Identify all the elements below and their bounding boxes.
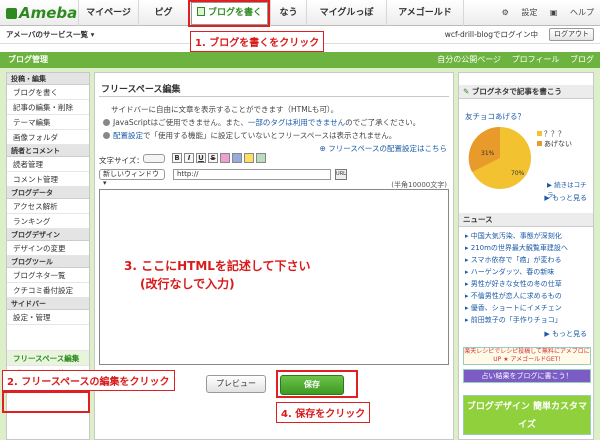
blog-neta-heading: ✎ ブログネタで記事を書こう bbox=[459, 85, 593, 99]
ameba-logo[interactable]: Ameba bbox=[6, 4, 77, 22]
annotation-step3: 3. ここにHTMLを記述して下さい bbox=[124, 259, 311, 273]
annotation-step4: 4. 保存をクリック bbox=[276, 402, 371, 423]
nav-amegold[interactable]: アメゴールド bbox=[386, 0, 464, 26]
news-item[interactable]: ▸ 優香、ショートにイメチェン bbox=[465, 303, 562, 313]
profile-link[interactable]: プロフィール bbox=[512, 55, 560, 64]
freespace-placement-link[interactable]: ⊕ フリースペースの配置設定はこちら bbox=[320, 143, 447, 154]
more-link[interactable]: ▶ もっと見る bbox=[544, 193, 587, 203]
page-title: ブログ管理 bbox=[8, 55, 48, 64]
pencil-icon: ✎ bbox=[463, 87, 470, 96]
news-item[interactable]: ▸ 中国大気汚染、事態が深刻化 bbox=[465, 231, 562, 241]
nav-myguruppo[interactable]: マイグルっぽ bbox=[306, 0, 386, 26]
news-item[interactable]: ▸ 男性が好きな女性の冬の仕草 bbox=[465, 279, 562, 289]
pie-label: 31% bbox=[481, 150, 495, 157]
media-icon[interactable] bbox=[256, 153, 266, 163]
logout-button[interactable]: ログアウト bbox=[549, 28, 594, 41]
sidebar-item-access[interactable]: アクセス解析 bbox=[7, 199, 89, 214]
sidebar-item-readers[interactable]: 読者管理 bbox=[7, 157, 89, 172]
underline-button[interactable]: U bbox=[196, 153, 206, 163]
description: サイドバーに自由に文章を表示することができます（HTMLも可）。 bbox=[111, 105, 339, 114]
design-ad-banner[interactable]: ブログデザイン 簡単カスタマイズ bbox=[463, 395, 591, 435]
top-navigation: Ameba マイページ ピグ ブログを書く なう マイグルっぽ アメゴールド ⚙… bbox=[0, 0, 600, 26]
annotation-step2: 2. フリースペースの編集をクリック bbox=[2, 370, 175, 391]
legend-swatch bbox=[537, 141, 542, 146]
sidebar-heading: サイドバー bbox=[7, 298, 89, 310]
news-item[interactable]: ▸ 不倫男性が恋人に求めるもの bbox=[465, 291, 562, 301]
font-size-label: 文字サイズ： bbox=[99, 156, 144, 165]
nav-mypage[interactable]: マイページ bbox=[78, 0, 138, 26]
top-right-links: ⚙ 設定 ▣ ヘルプ bbox=[492, 0, 594, 26]
service-list-dropdown[interactable]: アメーバのサービス一覧 ▾ bbox=[6, 26, 94, 44]
sidebar-item-edit-posts[interactable]: 記事の編集・削除 bbox=[7, 100, 89, 115]
annotation-box-save bbox=[276, 370, 358, 398]
preview-button[interactable]: プレビュー bbox=[206, 375, 266, 393]
news-item[interactable]: ▸ スマホ依存で「癌」が変わる bbox=[465, 255, 562, 265]
notice-js: JavaScriptはご使用できません。また、一部のタグは利用できませんのでご了… bbox=[103, 117, 420, 128]
settings-link[interactable]: ⚙ 設定 bbox=[502, 8, 538, 17]
sidebar-heading: ブログデザイン bbox=[7, 229, 89, 241]
pie-label: 70% bbox=[511, 170, 525, 177]
url-insert-button[interactable]: URL bbox=[335, 169, 347, 180]
section-title: フリースペース編集 bbox=[101, 85, 181, 95]
news-heading: ニュース bbox=[459, 213, 593, 227]
public-page-link[interactable]: 自分の公開ページ bbox=[437, 55, 501, 64]
right-panel: ✎ ブログネタで記事を書こう 友チョコあげる？ 31% 70% ？？？ あげない… bbox=[458, 72, 594, 440]
fortune-ad-banner[interactable]: 占い結果をブログに書こう！ bbox=[463, 369, 591, 383]
annotation-box-write bbox=[188, 0, 270, 27]
ameba-logo-icon bbox=[6, 8, 17, 19]
sidebar-item-settings[interactable]: 設定・管理 bbox=[7, 310, 89, 325]
sidebar-item-kuchikomi[interactable]: クチコミ番付設定 bbox=[7, 283, 89, 298]
sidebar-spacer bbox=[7, 325, 89, 351]
neta-question[interactable]: 友チョコあげる？ bbox=[465, 111, 525, 122]
nav-pigg[interactable]: ピグ bbox=[138, 0, 188, 26]
help-link[interactable]: ▣ ヘルプ bbox=[550, 8, 594, 17]
italic-button[interactable]: I bbox=[184, 153, 194, 163]
divider bbox=[99, 96, 449, 97]
sidebar-item-neta[interactable]: ブログネタ一覧 bbox=[7, 268, 89, 283]
blog-link[interactable]: ブログ bbox=[570, 55, 594, 64]
url-input[interactable]: http:// bbox=[173, 169, 331, 180]
sidebar-item-comments[interactable]: コメント管理 bbox=[7, 172, 89, 187]
nav-now[interactable]: なう bbox=[270, 0, 306, 26]
sidebar-heading: ブログデータ bbox=[7, 187, 89, 199]
recipe-ad-banner[interactable]: 楽天レシピでレシピ投稿して無料にアメブロにUP ★ アメゴールドGET! bbox=[463, 347, 591, 365]
font-size-select[interactable] bbox=[143, 154, 165, 163]
info-icon bbox=[103, 119, 110, 126]
more-link[interactable]: ▶ もっと見る bbox=[544, 329, 587, 339]
color-icon[interactable] bbox=[220, 153, 230, 163]
annotation-box-freespace bbox=[2, 391, 90, 413]
bold-button[interactable]: B bbox=[172, 153, 182, 163]
header-links: 自分の公開ページ プロフィール ブログ bbox=[429, 52, 594, 68]
placement-settings-link[interactable]: 配置設定 bbox=[113, 131, 143, 140]
news-item[interactable]: ▸ 210mの世界最大観覧車建設へ bbox=[465, 243, 568, 253]
annotation-step1: 1. ブログを書くをクリック bbox=[190, 31, 325, 52]
tag-limits-link[interactable]: 一部のタグは利用できません bbox=[248, 118, 345, 127]
sidebar-item-write[interactable]: ブログを書く bbox=[7, 85, 89, 100]
image-icon[interactable] bbox=[232, 153, 242, 163]
blog-admin-header: ブログ管理 自分の公開ページ プロフィール ブログ bbox=[0, 52, 600, 68]
sidebar-item-images[interactable]: 画像フォルダ bbox=[7, 130, 89, 145]
link-target-select[interactable]: 新しいウィンドウ ▾ bbox=[99, 169, 165, 187]
poll-pie-chart: 31% 70% bbox=[468, 126, 531, 189]
page: Ameba マイページ ピグ ブログを書く なう マイグルっぽ アメゴールド ⚙… bbox=[0, 0, 600, 440]
emoji-icon[interactable] bbox=[244, 153, 254, 163]
info-icon bbox=[103, 132, 110, 139]
news-item[interactable]: ▸ 前田敦子の「手作りチョコ」 bbox=[465, 315, 562, 325]
news-item[interactable]: ▸ ハーゲンダッツ、春の新味 bbox=[465, 267, 554, 277]
login-status: wcf-drill-blogでログイン中 bbox=[444, 30, 538, 39]
sidebar-heading: ブログツール bbox=[7, 256, 89, 268]
sidebar-item-ranking[interactable]: ランキング bbox=[7, 214, 89, 229]
legend-item: ？？？ bbox=[537, 129, 565, 139]
sidebar-item-themes[interactable]: テーマ編集 bbox=[7, 115, 89, 130]
strike-button[interactable]: S bbox=[208, 153, 218, 163]
sidebar-heading: 投稿・編集 bbox=[7, 73, 89, 85]
sidebar-item-freespace[interactable]: フリースペース編集 bbox=[7, 351, 89, 366]
legend-swatch bbox=[537, 131, 542, 136]
sidebar-item-design[interactable]: デザインの変更 bbox=[7, 241, 89, 256]
annotation-step3-note: (改行なしで入力) bbox=[140, 277, 235, 291]
notice-placement: 配置設定で「使用する機能」に設定していないとフリースペースは表示されません。 bbox=[103, 130, 396, 141]
legend-item: あげない bbox=[537, 139, 572, 149]
sidebar-heading: 読者とコメント bbox=[7, 145, 89, 157]
